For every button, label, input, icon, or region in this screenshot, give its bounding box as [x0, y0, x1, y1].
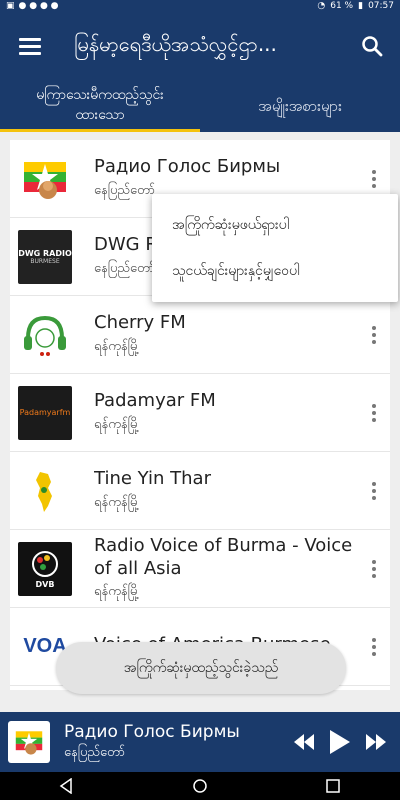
more-options-button[interactable]: [358, 471, 390, 511]
status-icons-right: ◔ 61 % ▮ 07:57: [317, 1, 394, 11]
padamyar-logo-text: Padamyarfm: [19, 408, 71, 417]
station-city: ရန်ကုန်မြို့: [94, 494, 140, 510]
station-name: Padamyar FM: [94, 390, 216, 412]
more-options-button[interactable]: [358, 549, 390, 589]
mini-player[interactable]: Радио Голос Бирмы နေပြည်တော်: [0, 712, 400, 772]
player-info: Радио Голос Бирмы နေပြည်တော်: [64, 722, 286, 763]
more-options-button[interactable]: [358, 627, 390, 667]
hamburger-icon: [19, 38, 41, 55]
share-menu-item[interactable]: သူငယ်ချင်းများနှင့်မျှဝေပါ: [152, 248, 398, 294]
station-row[interactable]: Padamyarfm Padamyar FM ရန်ကုန်မြို့: [10, 374, 390, 452]
app-title: မြန်မာ့ရေဒီယိုအသံလွှင့်ဌာ...: [74, 32, 277, 56]
dwg-logo-subtext: BURMESE: [30, 257, 60, 265]
home-icon[interactable]: [192, 778, 208, 794]
dvb-logo-text: DVB: [35, 580, 55, 589]
search-button[interactable]: [344, 12, 400, 80]
notification-icons: ● ● ● ●: [18, 1, 59, 11]
dwg-radio-logo: DWG RADIO BURMESE: [18, 229, 72, 284]
tab-recent-label: မကြာသေးမီကထည့်သွင်း ထားသော: [36, 87, 164, 123]
more-vert-icon: [372, 325, 376, 344]
station-city: ရန်ကုန်မြို့: [94, 584, 140, 599]
tab-categories-label: အမျိုးအစားများ: [258, 96, 342, 115]
wifi-icon: ◔: [317, 1, 326, 11]
clock: 07:57: [368, 1, 394, 11]
fast-forward-button[interactable]: [358, 722, 394, 762]
player-title: Радио Голос Бирмы: [64, 721, 240, 742]
status-bar: ▣ ● ● ● ● ◔ 61 % ▮ 07:57: [0, 0, 400, 12]
tab-bar: မကြာသေးမီကထည့်သွင်း ထားသော အမျိုးအစားမျာ…: [0, 80, 400, 132]
context-menu: အကြိုက်ဆုံးမှဖယ်ရှားပါ သူငယ်ချင်းများနှင…: [152, 194, 398, 302]
back-icon[interactable]: [59, 778, 75, 794]
myanmar-flag-logo: [18, 152, 72, 206]
recents-icon[interactable]: [325, 778, 341, 794]
player-station-logo: [8, 721, 50, 763]
station-info: Tine Yin Thar ရန်ကုန်မြို့: [94, 468, 358, 513]
station-row[interactable]: Cherry FM ရန်ကုန်မြို့: [10, 296, 390, 374]
play-button[interactable]: [322, 722, 358, 762]
more-vert-icon: [372, 637, 376, 656]
station-info: Radio Voice of Burma - Voice of all Asia…: [94, 535, 358, 602]
tab-recent[interactable]: မကြာသေးမီကထည့်သွင်း ထားသော: [0, 80, 200, 132]
station-name: Радио Голос Бирмы: [94, 156, 281, 178]
station-row[interactable]: Tine Yin Thar ရန်ကုန်မြို့: [10, 452, 390, 530]
player-subtitle: နေပြည်တော်: [64, 744, 126, 760]
rewind-button[interactable]: [286, 722, 322, 762]
status-icons-left: ▣ ● ● ● ●: [6, 1, 59, 11]
tab-categories[interactable]: အမျိုးအစားများ: [200, 80, 400, 132]
station-info: Cherry FM ရန်ကုန်မြို့: [94, 312, 358, 357]
more-options-button[interactable]: [358, 159, 390, 199]
dvb-logo: DVB: [18, 541, 72, 596]
station-name: Tine Yin Thar: [94, 468, 211, 490]
dwg-logo-text: DWG RADIO: [18, 248, 72, 258]
app-bar: မြန်မာ့ရေဒီယိုအသံလွှင့်ဌာ...: [0, 12, 400, 80]
station-row[interactable]: DVB Radio Voice of Burma - Voice of all …: [10, 530, 390, 608]
more-options-button[interactable]: [358, 393, 390, 433]
station-name: Radio Voice of Burma - Voice of all Asia: [94, 535, 353, 579]
padamyar-fm-logo: Padamyarfm: [18, 385, 72, 440]
fast-forward-icon: [366, 734, 386, 750]
menu-button[interactable]: [0, 12, 60, 80]
station-name: Cherry FM: [94, 312, 186, 334]
station-city: ရန်ကုန်မြို့: [94, 416, 140, 432]
more-vert-icon: [372, 169, 376, 188]
battery-icon: ▮: [358, 1, 364, 11]
toast-message: အကြိုက်ဆုံးမှထည့်သွင်းခဲ့သည်: [56, 642, 346, 694]
station-info: Padamyar FM ရန်ကုန်မြို့: [94, 390, 358, 435]
search-icon: [362, 36, 383, 57]
tine-yin-thar-logo: [18, 464, 72, 518]
more-vert-icon: [372, 481, 376, 500]
system-nav-bar: [0, 772, 400, 800]
app-icon: ▣: [6, 1, 15, 11]
more-vert-icon: [372, 403, 376, 422]
cherry-fm-logo: [18, 308, 72, 362]
station-city: ရန်ကုန်မြို့: [94, 338, 140, 354]
more-vert-icon: [372, 559, 376, 578]
battery-text: 61 %: [330, 1, 354, 11]
remove-favorite-menu-item[interactable]: အကြိုက်ဆုံးမှဖယ်ရှားပါ: [152, 202, 398, 248]
rewind-icon: [294, 734, 314, 750]
more-options-button[interactable]: [358, 315, 390, 355]
play-icon: [330, 730, 350, 754]
